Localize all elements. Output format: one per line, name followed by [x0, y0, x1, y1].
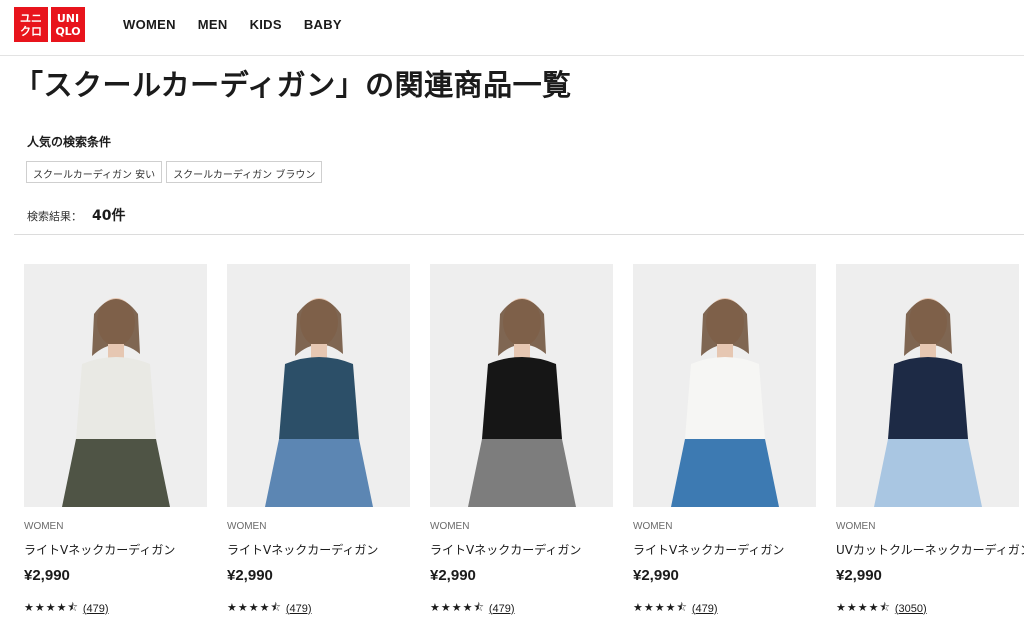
garment — [685, 357, 765, 439]
product-image[interactable] — [836, 264, 1019, 507]
product-category: WOMEN — [24, 521, 64, 532]
page-title: 「スクールカーディガン」の関連商品一覧 — [14, 68, 572, 102]
product-category: WOMEN — [227, 521, 267, 532]
product-card[interactable]: WOMEN ライトVネックカーディガン ¥2,990 ★★★★⯪ (479) — [430, 264, 613, 615]
product-card[interactable]: WOMEN ライトVネックカーディガン ¥2,990 ★★★★⯪ (479) — [24, 264, 207, 615]
logo-latin: UNI QLO — [51, 7, 85, 42]
review-count[interactable]: (479) — [692, 603, 718, 615]
nav-men[interactable]: MEN — [198, 17, 228, 32]
garment — [76, 357, 156, 439]
product-image[interactable] — [24, 264, 207, 507]
bottom — [62, 439, 170, 507]
review-count[interactable]: (479) — [489, 603, 515, 615]
product-card[interactable]: WOMEN ライトVネックカーディガン ¥2,990 ★★★★⯪ (479) — [227, 264, 410, 615]
nav-kids[interactable]: KIDS — [250, 17, 282, 32]
rating-stars: ★★★★⯪ — [836, 601, 891, 614]
logo-latin-line1: UNI — [56, 11, 80, 25]
main-nav: WOMEN MEN KIDS BABY — [123, 17, 364, 32]
garment — [279, 357, 359, 439]
product-card[interactable]: WOMEN UVカットクルーネックカーディガン ¥2,990 ★★★★⯪ (30… — [836, 264, 1024, 615]
nav-baby[interactable]: BABY — [304, 17, 342, 32]
logo-latin-line2: QLO — [55, 24, 81, 38]
product-price: ¥2,990 — [430, 567, 476, 584]
rating-stars: ★★★★⯪ — [227, 601, 282, 614]
search-results-summary: 検索結果： 40件 — [27, 205, 125, 225]
product-rating: ★★★★⯪ (479) — [24, 599, 109, 618]
search-chip[interactable]: スクールカーディガン ブラウン — [166, 161, 323, 183]
results-count: 40件 — [92, 208, 126, 224]
bottom — [468, 439, 576, 507]
product-rating: ★★★★⯪ (479) — [227, 599, 312, 618]
product-card[interactable]: WOMEN ライトVネックカーディガン ¥2,990 ★★★★⯪ (479) — [633, 264, 816, 615]
product-price: ¥2,990 — [836, 567, 882, 584]
garment — [888, 357, 968, 439]
garment — [482, 357, 562, 439]
logo-katakana-line2: クロ — [20, 24, 42, 38]
rating-stars: ★★★★⯪ — [24, 601, 79, 614]
uniqlo-logo[interactable]: ユニ クロ UNI QLO — [14, 7, 85, 42]
product-rating: ★★★★⯪ (3050) — [836, 599, 927, 618]
popular-search-chips: スクールカーディガン 安い スクールカーディガン ブラウン — [26, 161, 323, 183]
product-name[interactable]: ライトVネックカーディガン — [24, 541, 175, 558]
product-price: ¥2,990 — [24, 567, 70, 584]
bottom — [265, 439, 373, 507]
product-price: ¥2,990 — [633, 567, 679, 584]
divider — [14, 234, 1024, 235]
review-count[interactable]: (3050) — [895, 603, 927, 615]
product-image[interactable] — [633, 264, 816, 507]
product-name[interactable]: ライトVネックカーディガン — [633, 541, 784, 558]
site-header: ユニ クロ UNI QLO WOMEN MEN KIDS BABY — [0, 0, 1024, 56]
rating-stars: ★★★★⯪ — [430, 601, 485, 614]
rating-stars: ★★★★⯪ — [633, 601, 688, 614]
product-price: ¥2,990 — [227, 567, 273, 584]
product-image[interactable] — [227, 264, 410, 507]
product-category: WOMEN — [836, 521, 876, 532]
results-label: 検索結果： — [27, 210, 82, 223]
nav-women[interactable]: WOMEN — [123, 17, 176, 32]
product-rating: ★★★★⯪ (479) — [633, 599, 718, 618]
popular-search-label: 人気の検索条件 — [27, 135, 112, 149]
bottom — [671, 439, 779, 507]
product-category: WOMEN — [430, 521, 470, 532]
logo-katakana-line1: ユニ — [20, 11, 42, 25]
product-image[interactable] — [430, 264, 613, 507]
search-chip[interactable]: スクールカーディガン 安い — [26, 161, 163, 183]
product-rating: ★★★★⯪ (479) — [430, 599, 515, 618]
review-count[interactable]: (479) — [286, 603, 312, 615]
review-count[interactable]: (479) — [83, 603, 109, 615]
product-name[interactable]: UVカットクルーネックカーディガン — [836, 541, 1024, 558]
product-category: WOMEN — [633, 521, 673, 532]
bottom — [874, 439, 982, 507]
product-name[interactable]: ライトVネックカーディガン — [227, 541, 378, 558]
product-name[interactable]: ライトVネックカーディガン — [430, 541, 581, 558]
logo-katakana: ユニ クロ — [14, 7, 48, 42]
